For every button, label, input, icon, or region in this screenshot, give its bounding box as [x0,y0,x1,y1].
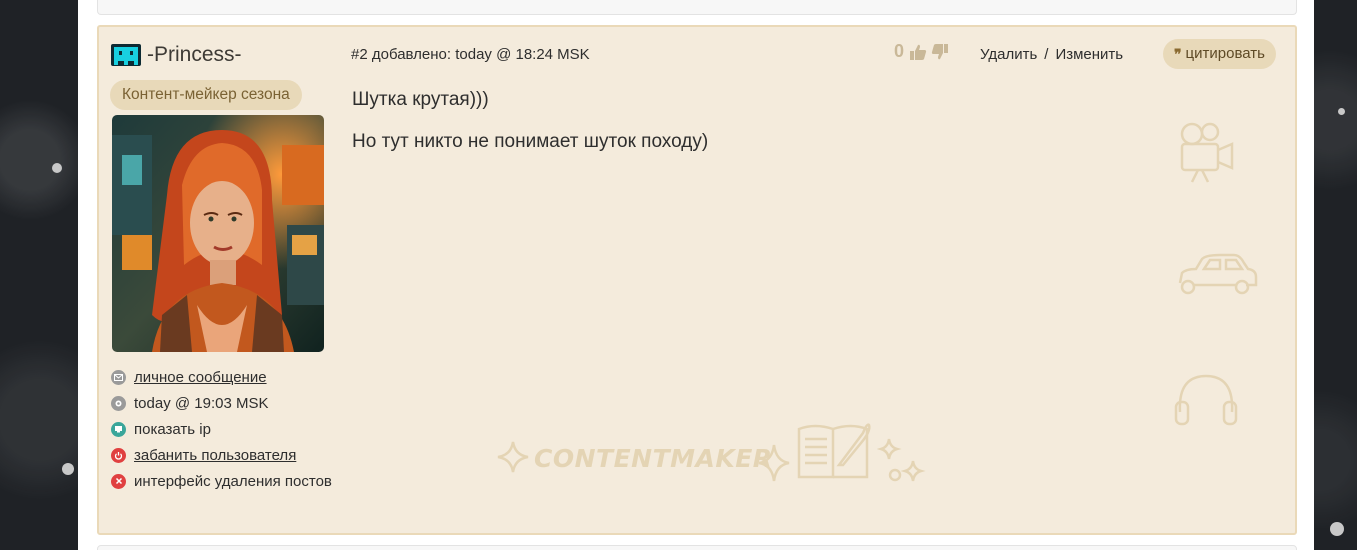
post-body: Шутка крутая))) Но тут никто не понимает… [352,89,1172,173]
delete-posts-ui-link[interactable]: интерфейс удаления постов [134,473,332,490]
sparkle-icon [877,438,926,482]
sparkle-icon [758,444,790,482]
thumbs-down-icon[interactable] [931,43,949,61]
avatar-image [112,115,324,352]
previous-post [97,0,1297,15]
background-dot [1330,522,1344,536]
private-message-link[interactable]: личное сообщение [134,369,267,386]
username-link[interactable]: -Princess- [147,43,242,67]
last-seen-row: today @ 19:03 MSK [111,390,332,416]
monitor-icon [111,421,126,437]
clock-icon [111,395,126,411]
background-dot [1338,108,1345,115]
background-dot [62,463,74,475]
sparkle-icon [497,441,529,473]
user-rank-icon [111,44,141,66]
car-icon [1178,253,1258,295]
post-line: Шутка крутая))) [352,89,489,110]
delete-post-link[interactable]: Удалить [980,46,1037,63]
open-book-icon [797,423,871,479]
headphones-icon [1174,374,1238,426]
edit-post-link[interactable]: Изменить [1055,46,1123,63]
rating-value: 0 [894,41,905,61]
envelope-icon [111,369,126,385]
ban-user-row: забанить пользователя [111,442,332,468]
post-rating: 0 [894,41,953,62]
close-icon [111,473,126,489]
post-actions: Удалить / Изменить [980,46,1123,63]
quote-icon: ❞ [1174,46,1182,62]
ban-user-link[interactable]: забанить пользователя [134,447,296,464]
user-header: -Princess- [111,43,242,67]
watermark-text: CONTENTMAKER [534,444,773,473]
film-camera-icon [1180,122,1234,183]
avatar[interactable] [112,115,324,352]
quote-label: цитировать [1185,45,1265,62]
power-icon [111,447,126,463]
post-line: Но тут никто не понимает шуток походу) [352,131,709,152]
post-meta: #2 добавлено: today @ 18:24 MSK [351,46,590,63]
next-post [97,545,1297,550]
thumbs-up-icon[interactable] [909,43,927,61]
user-links: личное сообщение today @ 19:03 MSK показ… [111,364,332,494]
background-dot [52,163,62,173]
forum-page: -Princess- Контент-мейкер сезона личное … [78,0,1314,550]
forum-post: -Princess- Контент-мейкер сезона личное … [97,25,1297,535]
rank-badge: Контент-мейкер сезона [110,80,302,110]
actions-separator: / [1044,46,1049,63]
pm-link-row: личное сообщение [111,364,332,390]
show-ip-row: показать ip [111,416,332,442]
delete-ui-row: интерфейс удаления постов [111,468,332,494]
last-seen-text: today @ 19:03 MSK [134,394,269,412]
quote-button[interactable]: ❞ цитировать [1163,39,1276,69]
show-ip-link[interactable]: показать ip [134,421,211,438]
